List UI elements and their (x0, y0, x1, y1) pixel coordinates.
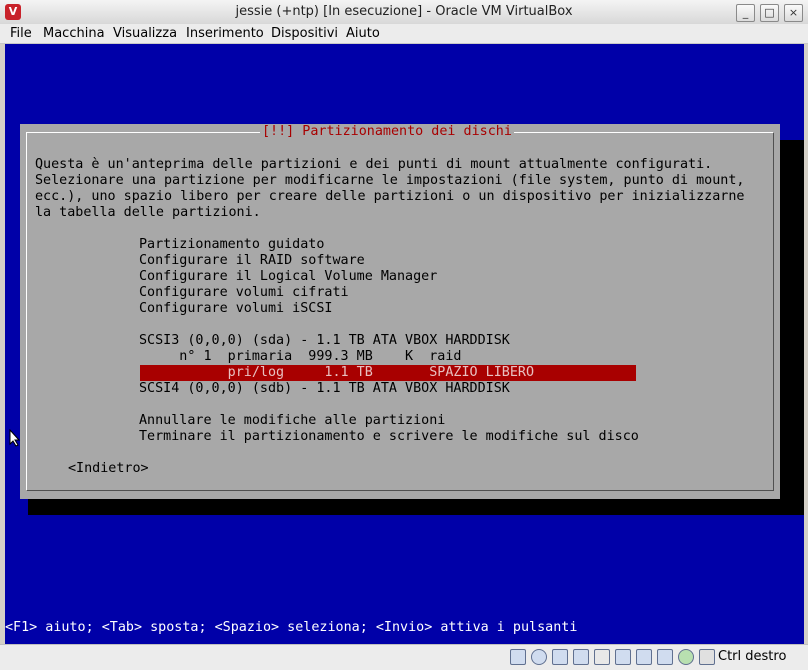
maximize-icon[interactable]: □ (760, 4, 779, 22)
usb-icon[interactable] (552, 649, 568, 665)
statusbar: Ctrl destro (0, 644, 808, 670)
network-icon[interactable] (615, 649, 631, 665)
host-key-label: Ctrl destro (718, 649, 787, 664)
menu-macchina[interactable]: Macchina (43, 26, 105, 41)
close-icon[interactable]: × (784, 4, 803, 22)
minimize-icon[interactable]: _ (736, 4, 755, 22)
mouse-integration-icon[interactable] (657, 649, 673, 665)
description-line: Selezionare una partizione per modificar… (35, 173, 745, 188)
display-icon[interactable] (594, 649, 610, 665)
dialog-title: [!!] Partizionamento dei dischi (260, 124, 514, 140)
menu-option-finish-partitioning[interactable]: Terminare il partizionamento e scrivere … (139, 429, 639, 445)
menu-option-undo-changes[interactable]: Annullare le modifiche alle partizioni (139, 413, 445, 429)
free-space-row-selected[interactable]: pri/log 1.1 TB SPAZIO LIBERO (139, 365, 534, 381)
menubar: File Macchina Visualizza Inserimento Dis… (0, 24, 808, 44)
menu-file[interactable]: File (10, 26, 32, 41)
window-titlebar[interactable]: V jessie (+ntp) [In esecuzione] - Oracle… (0, 0, 808, 25)
disk-sdb[interactable]: SCSI4 (0,0,0) (sdb) - 1.1 TB ATA VBOX HA… (139, 381, 510, 397)
menu-option-raid[interactable]: Configurare il RAID software (139, 253, 365, 269)
menu-aiuto[interactable]: Aiuto (346, 26, 380, 41)
disk-sda[interactable]: SCSI3 (0,0,0) (sda) - 1.1 TB ATA VBOX HA… (139, 333, 510, 349)
menu-option-lvm[interactable]: Configurare il Logical Volume Manager (139, 269, 437, 285)
menu-option-encrypted-volumes[interactable]: Configurare volumi cifrati (139, 285, 349, 301)
description-line: la tabella delle partizioni. (35, 205, 261, 220)
mouse-pointer-icon (9, 429, 21, 447)
description-line: Questa è un'anteprima delle partizioni e… (35, 157, 713, 172)
harddisk-icon[interactable] (510, 649, 526, 665)
description-line: ecc.), uno spazio libero per creare dell… (35, 189, 745, 204)
cpu-icon[interactable] (678, 649, 694, 665)
partition-row[interactable]: n° 1 primaria 999.3 MB K raid (139, 349, 461, 365)
menu-option-guided-partitioning[interactable]: Partizionamento guidato (139, 237, 324, 253)
help-line: <F1> aiuto; <Tab> sposta; <Spazio> selez… (5, 620, 578, 635)
video-capture-icon[interactable] (636, 649, 652, 665)
back-button[interactable]: <Indietro> (68, 461, 149, 477)
shared-folders-icon[interactable] (573, 649, 589, 665)
optical-drive-icon[interactable] (531, 649, 547, 665)
partition-dialog: [!!] Partizionamento dei dischi Questa è… (20, 124, 780, 499)
menu-visualizza[interactable]: Visualizza (113, 26, 177, 41)
menu-option-iscsi[interactable]: Configurare volumi iSCSI (139, 301, 332, 317)
menu-inserimento[interactable]: Inserimento (186, 26, 264, 41)
vm-screen[interactable]: [!!] Partizionamento dei dischi Questa è… (5, 44, 804, 644)
host-key-icon (699, 649, 715, 665)
menu-dispositivi[interactable]: Dispositivi (271, 26, 338, 41)
window-title: jessie (+ntp) [In esecuzione] - Oracle V… (235, 4, 573, 19)
